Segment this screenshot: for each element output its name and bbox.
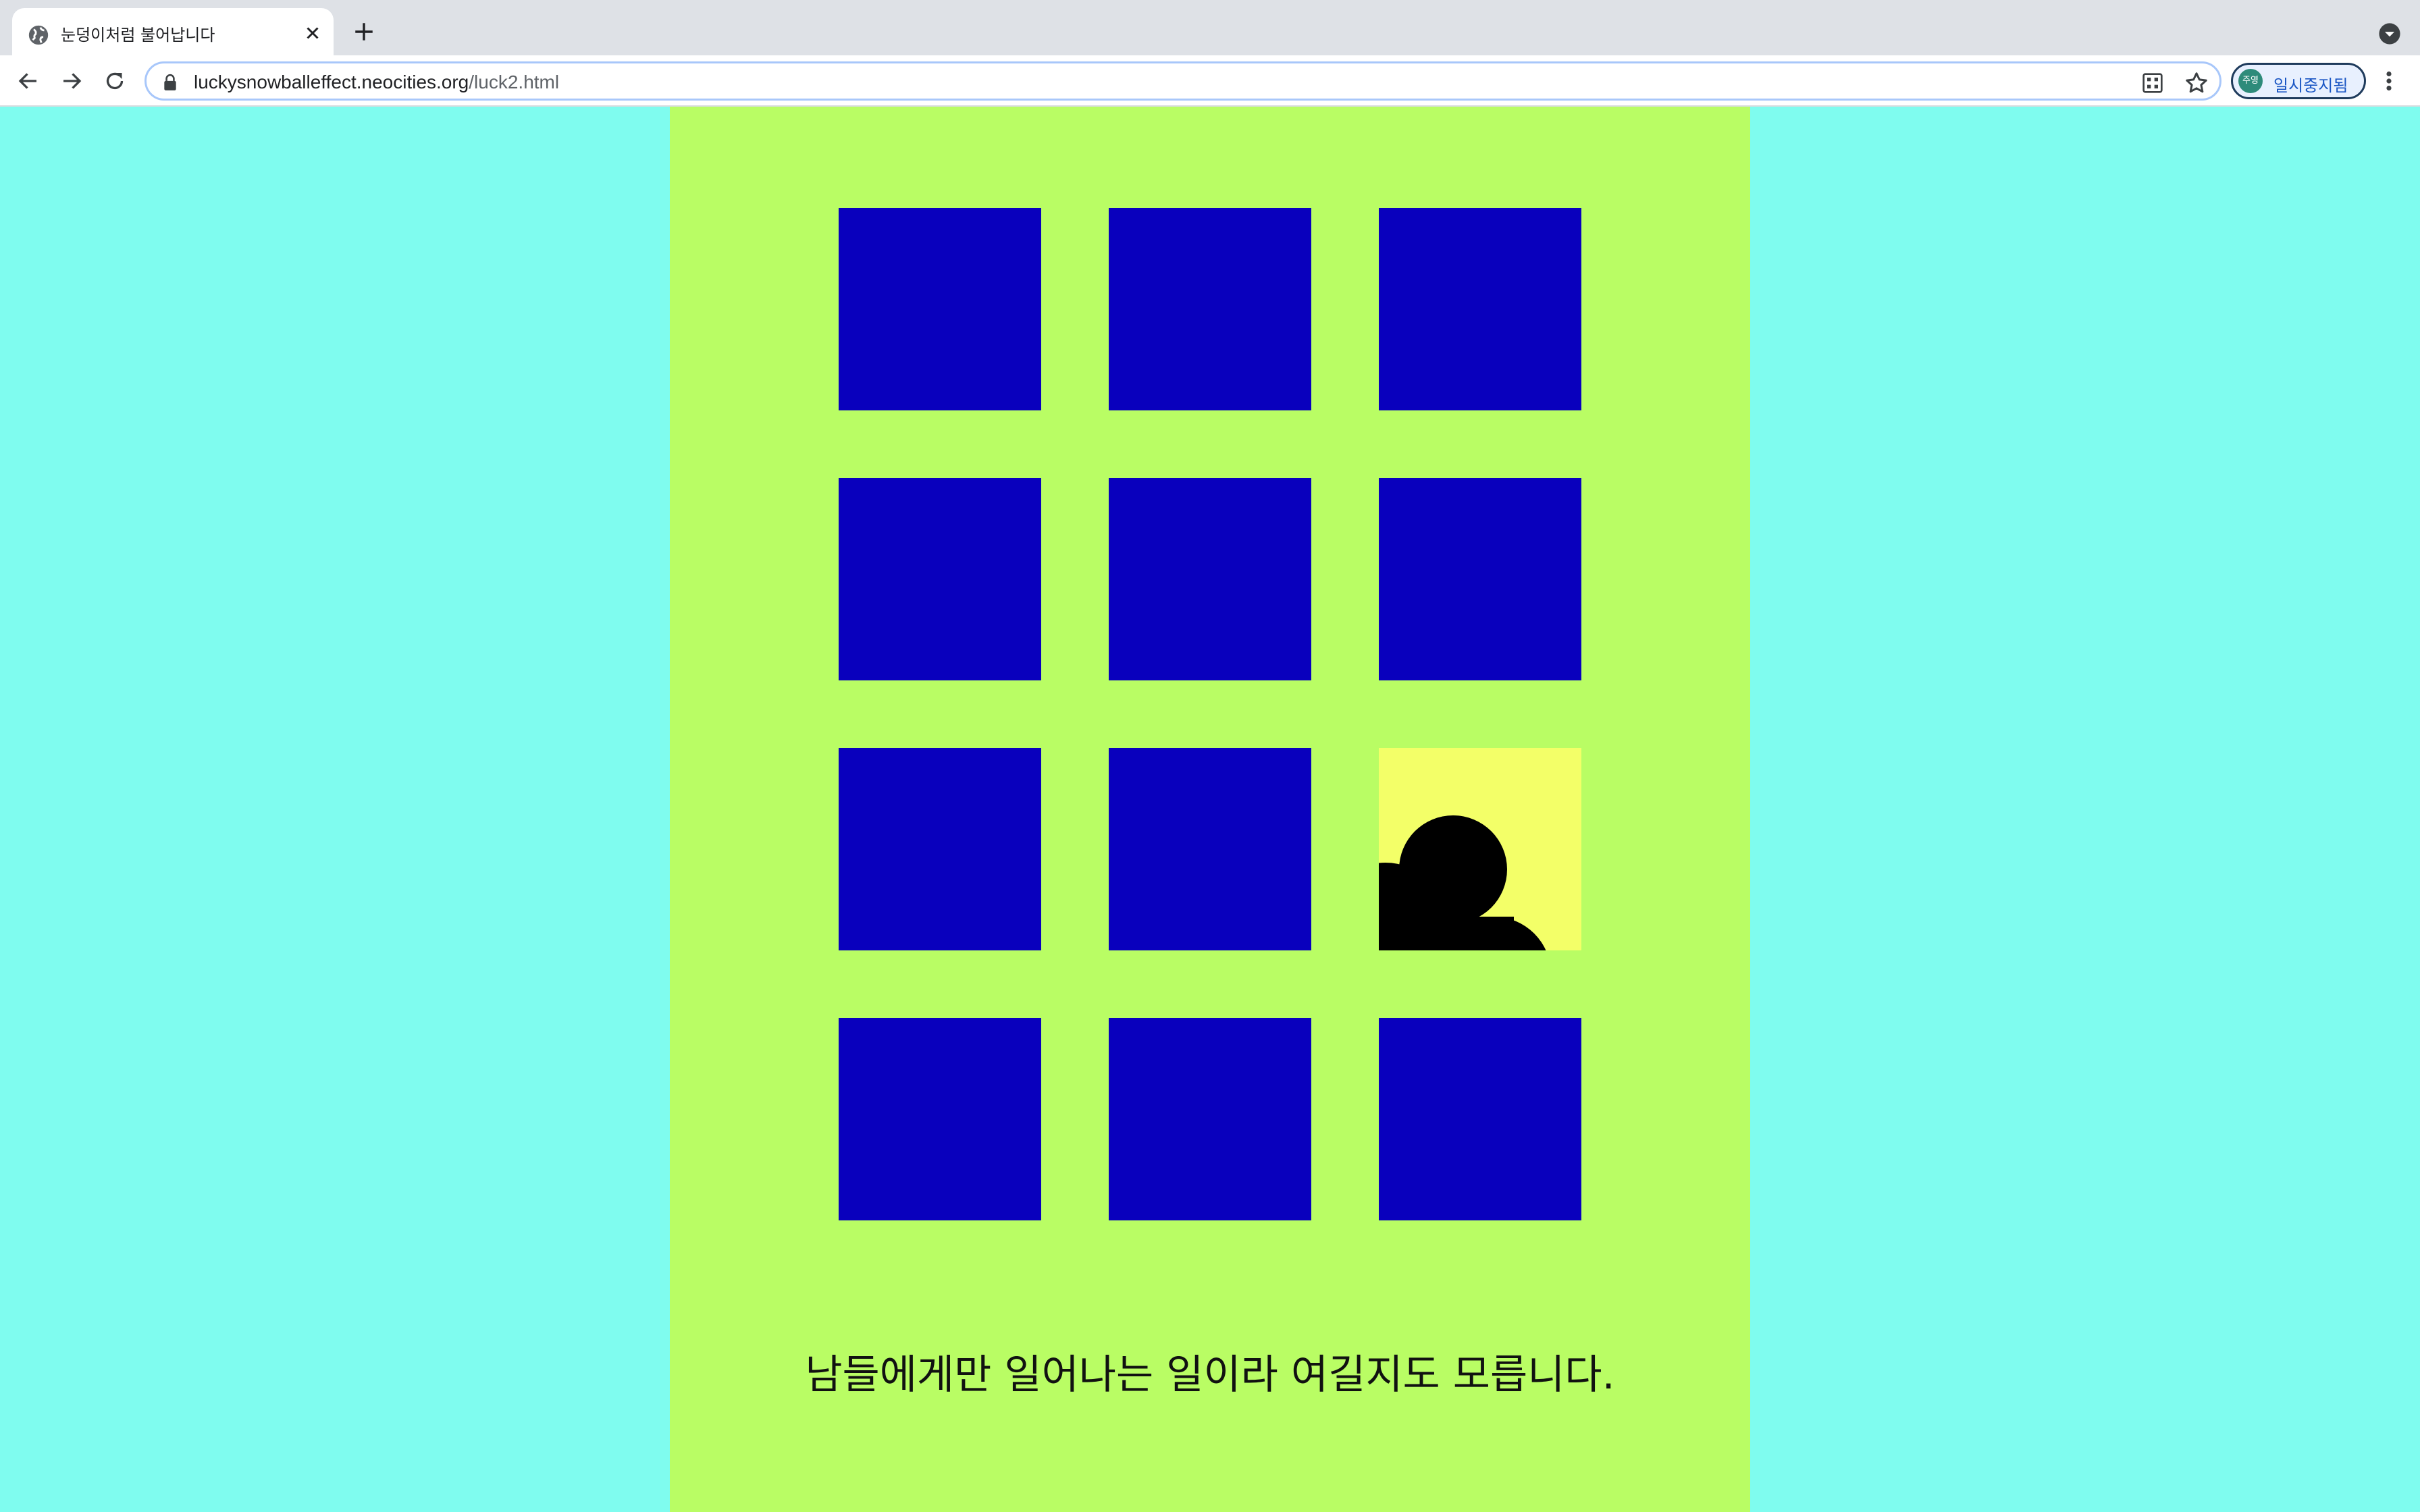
kebab-menu-icon[interactable] xyxy=(2382,69,2396,93)
url-text[interactable]: luckysnowballeffect.neocities.org/luck2.… xyxy=(194,72,559,93)
black-cloud-icon xyxy=(1379,815,1546,950)
tile-8[interactable] xyxy=(1109,748,1311,950)
profile-status-label: 일시중지됨 xyxy=(2273,76,2348,95)
tile-5[interactable] xyxy=(1109,478,1311,680)
tile-7[interactable] xyxy=(839,748,1041,950)
tab-strip: 눈덩이처럼 불어납니다 xyxy=(0,0,2420,55)
qr-code-icon[interactable] xyxy=(2142,72,2163,94)
game-panel: 남들에게만 일어나는 일이라 여길지도 모릅니다. xyxy=(670,107,1750,1512)
back-arrow-icon[interactable] xyxy=(16,69,41,93)
url-path: /luck2.html xyxy=(469,72,560,92)
tile-2[interactable] xyxy=(1109,208,1311,410)
forward-arrow-icon[interactable] xyxy=(59,69,84,93)
tile-9-revealed[interactable] xyxy=(1379,748,1581,950)
tile-6[interactable] xyxy=(1379,478,1581,680)
tile-3[interactable] xyxy=(1379,208,1581,410)
profile-button[interactable]: 주영 일시중지됨 xyxy=(2231,63,2366,99)
tab-search-icon[interactable] xyxy=(2378,22,2401,45)
globe-icon xyxy=(28,25,49,45)
reload-icon[interactable] xyxy=(103,69,127,93)
lock-icon[interactable] xyxy=(163,74,178,91)
tab-title: 눈덩이처럼 불어납니다 xyxy=(61,26,215,45)
caption-text: 남들에게만 일어나는 일이라 여길지도 모릅니다. xyxy=(805,1351,1615,1399)
tile-11[interactable] xyxy=(1109,1018,1311,1220)
close-icon[interactable] xyxy=(302,23,323,43)
browser-toolbar: luckysnowballeffect.neocities.org/luck2.… xyxy=(0,55,2420,107)
browser-tab[interactable]: 눈덩이처럼 불어납니다 xyxy=(12,8,334,55)
tile-1[interactable] xyxy=(839,208,1041,410)
tile-10[interactable] xyxy=(839,1018,1041,1220)
bookmark-star-icon[interactable] xyxy=(2184,71,2209,95)
tile-12[interactable] xyxy=(1379,1018,1581,1220)
address-bar[interactable]: luckysnowballeffect.neocities.org/luck2.… xyxy=(144,61,2221,101)
url-host: luckysnowballeffect.neocities.org xyxy=(194,72,469,92)
tile-4[interactable] xyxy=(839,478,1041,680)
avatar: 주영 xyxy=(2238,69,2263,93)
page-body: 남들에게만 일어나는 일이라 여길지도 모릅니다. xyxy=(0,107,2420,1512)
new-tab-icon[interactable] xyxy=(352,20,375,43)
